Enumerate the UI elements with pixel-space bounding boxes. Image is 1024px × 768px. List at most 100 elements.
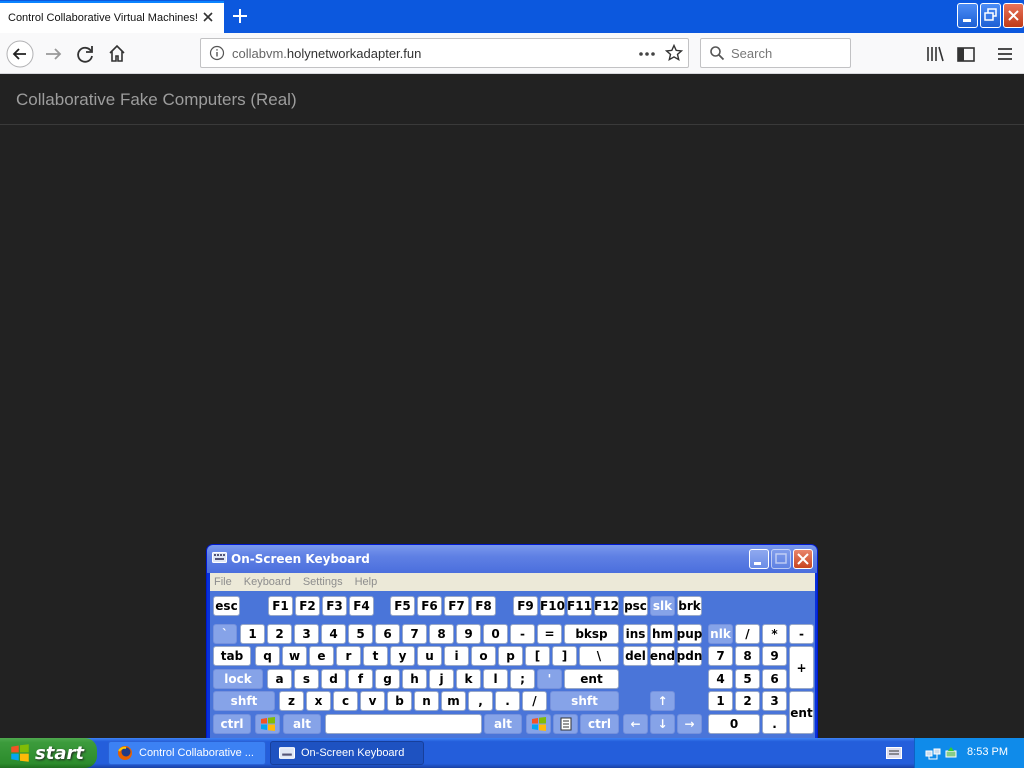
- key-r[interactable]: r: [336, 646, 361, 666]
- minimize-button[interactable]: [957, 3, 978, 28]
- key-np-8[interactable]: 8: [735, 646, 760, 666]
- key-esc[interactable]: esc: [213, 596, 240, 616]
- key-minus[interactable]: -: [510, 624, 535, 644]
- key-brk[interactable]: brk: [677, 596, 702, 616]
- close-tab-icon[interactable]: [200, 9, 216, 25]
- key-v[interactable]: v: [360, 691, 385, 711]
- reload-icon[interactable]: [72, 41, 98, 67]
- bookmark-star-icon[interactable]: [665, 44, 683, 62]
- key-4[interactable]: 4: [321, 624, 346, 644]
- key-np-star[interactable]: *: [762, 624, 787, 644]
- key-f1[interactable]: F1: [268, 596, 293, 616]
- key-right-shift[interactable]: shft: [550, 691, 619, 711]
- key-j[interactable]: j: [429, 669, 454, 689]
- key-a[interactable]: a: [267, 669, 292, 689]
- menu-keyboard[interactable]: Keyboard: [244, 576, 291, 588]
- key-i[interactable]: i: [444, 646, 469, 666]
- library-icon[interactable]: [922, 41, 948, 67]
- key-np-minus[interactable]: -: [789, 624, 814, 644]
- key-menu[interactable]: [553, 714, 578, 734]
- key-f[interactable]: f: [348, 669, 373, 689]
- key-m[interactable]: m: [441, 691, 466, 711]
- key-np-2[interactable]: 2: [735, 691, 760, 711]
- menu-icon[interactable]: [992, 41, 1018, 67]
- key-s[interactable]: s: [294, 669, 319, 689]
- key-h[interactable]: h: [402, 669, 427, 689]
- browser-tab[interactable]: Control Collaborative Virtual Machines!: [0, 1, 224, 33]
- key-right-ctrl[interactable]: ctrl: [580, 714, 619, 734]
- info-icon[interactable]: [209, 45, 225, 61]
- key-3[interactable]: 3: [294, 624, 319, 644]
- key-left-ctrl[interactable]: ctrl: [213, 714, 251, 734]
- key-d[interactable]: d: [321, 669, 346, 689]
- key-np-0[interactable]: 0: [708, 714, 760, 734]
- key-semicolon[interactable]: ;: [510, 669, 535, 689]
- key-nlk[interactable]: nlk: [708, 624, 733, 644]
- key-right-win[interactable]: [526, 714, 551, 734]
- key-k[interactable]: k: [456, 669, 481, 689]
- key-del[interactable]: del: [623, 646, 648, 666]
- key-bksp[interactable]: bksp: [564, 624, 619, 644]
- key-g[interactable]: g: [375, 669, 400, 689]
- key-9[interactable]: 9: [456, 624, 481, 644]
- key-n[interactable]: n: [414, 691, 439, 711]
- taskbar-item-osk[interactable]: On-Screen Keyboard: [270, 741, 424, 765]
- key-f6[interactable]: F6: [417, 596, 442, 616]
- key-l[interactable]: l: [483, 669, 508, 689]
- key-np-plus[interactable]: +: [789, 646, 814, 689]
- key-backtick[interactable]: `: [213, 624, 237, 644]
- key-np-1[interactable]: 1: [708, 691, 733, 711]
- key-w[interactable]: w: [282, 646, 307, 666]
- key-left-shift[interactable]: shft: [213, 691, 275, 711]
- start-button[interactable]: start: [0, 738, 97, 768]
- key-np-dot[interactable]: .: [762, 714, 787, 734]
- key-c[interactable]: c: [333, 691, 358, 711]
- sidebar-icon[interactable]: [953, 41, 979, 67]
- key-np-5[interactable]: 5: [735, 669, 760, 689]
- key-tab[interactable]: tab: [213, 646, 251, 666]
- key-psc[interactable]: psc: [623, 596, 648, 616]
- key-0[interactable]: 0: [483, 624, 508, 644]
- key-f8[interactable]: F8: [471, 596, 496, 616]
- key-space[interactable]: [325, 714, 482, 734]
- key-quote[interactable]: ': [537, 669, 562, 689]
- key-p[interactable]: p: [498, 646, 523, 666]
- key-lbracket[interactable]: [: [525, 646, 550, 666]
- key-caps-lock[interactable]: lock: [213, 669, 263, 689]
- key-left-alt[interactable]: alt: [283, 714, 321, 734]
- key-slash[interactable]: /: [522, 691, 547, 711]
- key-8[interactable]: 8: [429, 624, 454, 644]
- osk-close-button[interactable]: [793, 549, 813, 569]
- key-6[interactable]: 6: [375, 624, 400, 644]
- home-icon[interactable]: [104, 41, 130, 67]
- forward-icon[interactable]: [40, 41, 66, 67]
- page-actions-icon[interactable]: [637, 46, 657, 62]
- menu-file[interactable]: File: [214, 576, 232, 588]
- language-bar-keyboard-icon[interactable]: [886, 747, 902, 759]
- key-t[interactable]: t: [363, 646, 388, 666]
- back-icon[interactable]: [6, 40, 34, 68]
- key-np-3[interactable]: 3: [762, 691, 787, 711]
- key-np-6[interactable]: 6: [762, 669, 787, 689]
- key-equals[interactable]: =: [537, 624, 562, 644]
- menu-help[interactable]: Help: [355, 576, 378, 588]
- key-f11[interactable]: F11: [567, 596, 592, 616]
- key-e[interactable]: e: [309, 646, 334, 666]
- close-window-button[interactable]: [1003, 3, 1024, 28]
- key-f5[interactable]: F5: [390, 596, 415, 616]
- key-z[interactable]: z: [279, 691, 304, 711]
- taskbar-item-browser[interactable]: Control Collaborative ...: [108, 741, 266, 765]
- key-7[interactable]: 7: [402, 624, 427, 644]
- key-f12[interactable]: F12: [594, 596, 619, 616]
- key-comma[interactable]: ,: [468, 691, 493, 711]
- osk-title-bar[interactable]: On-Screen Keyboard: [207, 545, 817, 573]
- key-f7[interactable]: F7: [444, 596, 469, 616]
- key-slk[interactable]: slk: [650, 596, 675, 616]
- key-np-4[interactable]: 4: [708, 669, 733, 689]
- key-right-alt[interactable]: alt: [484, 714, 522, 734]
- key-arrow-right[interactable]: →: [677, 714, 702, 734]
- key-f2[interactable]: F2: [295, 596, 320, 616]
- menu-settings[interactable]: Settings: [303, 576, 343, 588]
- restore-button[interactable]: [980, 3, 1001, 28]
- safely-remove-hardware-icon[interactable]: [943, 745, 959, 761]
